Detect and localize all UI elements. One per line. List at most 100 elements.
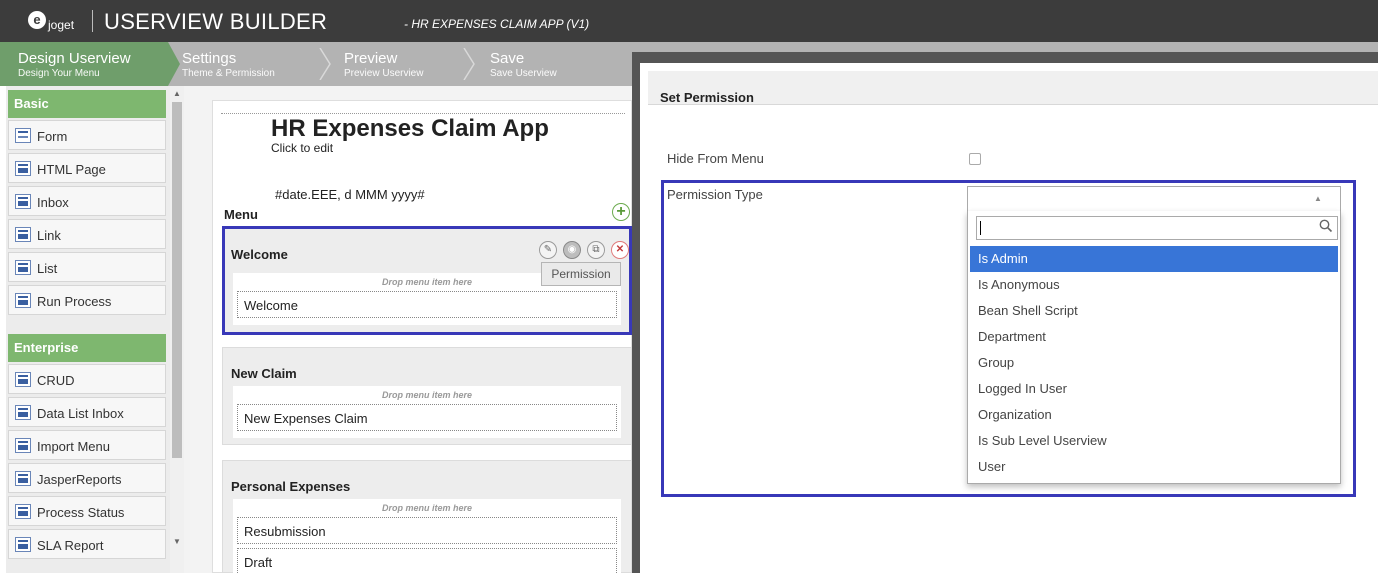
step-subtitle: Design Your Menu (18, 68, 100, 79)
option-is-sub-level-userview[interactable]: Is Sub Level Userview (970, 428, 1338, 454)
scroll-down-arrow-icon[interactable]: ▼ (171, 536, 183, 548)
palette-item-label: Data List Inbox (37, 406, 124, 421)
hide-from-menu-checkbox[interactable] (969, 153, 981, 165)
palette-item-label: Link (37, 228, 61, 243)
scroll-up-arrow-icon[interactable]: ▲ (171, 88, 183, 100)
palette-item-run-process[interactable]: Run Process (8, 285, 166, 315)
step-chevron-icon (463, 48, 475, 80)
palette-item-list[interactable]: List (8, 252, 166, 282)
hide-from-menu-label: Hide From Menu (667, 151, 764, 166)
step-settings[interactable]: Settings Theme & Permission (168, 42, 328, 86)
plugin-icon (15, 227, 31, 242)
palette-item-process-status[interactable]: Process Status (8, 496, 166, 526)
option-user[interactable]: User (970, 454, 1338, 480)
palette-item-label: SLA Report (37, 538, 104, 553)
palette-item-label: CRUD (37, 373, 75, 388)
app-subtitle: - HR EXPENSES CLAIM APP (V1) (404, 17, 590, 31)
option-group[interactable]: Group (970, 350, 1338, 376)
logo-text: joget (48, 18, 75, 32)
palette-item-sla-report[interactable]: SLA Report (8, 529, 166, 559)
option-bean-shell-script[interactable]: Bean Shell Script (970, 298, 1338, 324)
step-title: Settings (182, 50, 237, 67)
add-category-button[interactable]: + (612, 203, 630, 221)
header-divider (92, 10, 93, 32)
plugin-icon (15, 504, 31, 519)
palette-item-label: Inbox (37, 195, 69, 210)
plugin-icon (15, 260, 31, 275)
header-dotted-border (221, 113, 625, 114)
menu-category-personal-expenses[interactable]: Personal Expenses Drop menu item here Re… (222, 460, 632, 573)
step-title: Design Userview (18, 50, 131, 67)
step-save[interactable]: Save Save Userview (476, 42, 626, 86)
plugin-icon (15, 194, 31, 209)
plugin-icon (15, 537, 31, 552)
palette-item-inbox[interactable]: Inbox (8, 186, 166, 216)
page-title: USERVIEW BUILDER (104, 9, 328, 34)
menu-item[interactable]: Resubmission (237, 517, 617, 544)
palette-item-label: List (37, 261, 58, 276)
dropdown-search-input[interactable] (976, 216, 1338, 240)
palette-header-enterprise[interactable]: Enterprise (8, 334, 166, 362)
palette-item-html-page[interactable]: HTML Page (8, 153, 166, 183)
plugin-icon (15, 438, 31, 453)
palette-item-label: HTML Page (37, 162, 106, 177)
search-icon (1319, 219, 1333, 233)
plugin-icon (15, 372, 31, 387)
menu-item[interactable]: Draft (237, 548, 617, 573)
step-subtitle: Preview Userview (344, 68, 424, 79)
element-palette: Basic Form HTML Page Inbox Link List Run… (6, 86, 184, 573)
palette-item-link[interactable]: Link (8, 219, 166, 249)
option-logged-in-user[interactable]: Logged In User (970, 376, 1338, 402)
step-preview[interactable]: Preview Preview Userview (330, 42, 472, 86)
palette-item-jasperreports[interactable]: JasperReports (8, 463, 166, 493)
option-is-admin[interactable]: Is Admin (970, 246, 1338, 272)
step-title: Preview (344, 50, 398, 67)
drop-area: Drop menu item here Resubmission Draft (233, 499, 621, 573)
click-to-edit-hint: Click to edit (271, 141, 334, 155)
palette-item-data-list-inbox[interactable]: Data List Inbox (8, 397, 166, 427)
step-design-userview[interactable]: Design Userview Design Your Menu (0, 42, 180, 86)
palette-header-basic[interactable]: Basic (8, 90, 166, 118)
palette-item-label: Form (37, 129, 68, 144)
palette-item-crud[interactable]: CRUD (8, 364, 166, 394)
dialog-header (648, 71, 1378, 105)
permission-type-label: Permission Type (667, 187, 763, 202)
category-label: New Claim (231, 366, 297, 381)
plugin-icon (15, 161, 31, 176)
welcome-highlight-box (222, 226, 632, 335)
userview-title[interactable]: HR Expenses Claim App (271, 115, 549, 143)
form-icon (15, 128, 31, 143)
plugin-icon (15, 405, 31, 420)
userview-builder-window: e joget USERVIEW BUILDER - HR EXPENSES C… (0, 0, 1378, 573)
palette-item-label: JasperReports (37, 472, 122, 487)
joget-logo-icon: e (28, 11, 46, 29)
option-is-anonymous[interactable]: Is Anonymous (970, 272, 1338, 298)
option-organization[interactable]: Organization (970, 402, 1338, 428)
userview-date-format[interactable]: #date.EEE, d MMM yyyy# (275, 187, 425, 202)
top-header-bar: e joget USERVIEW BUILDER - HR EXPENSES C… (0, 0, 1378, 42)
step-title: Save (490, 50, 525, 67)
permission-type-select[interactable] (967, 186, 1341, 212)
menu-label: Menu (224, 207, 258, 222)
dialog-title: Set Permission (660, 90, 754, 105)
text-caret (980, 221, 981, 235)
palette-list: Basic Form HTML Page Inbox Link List Run… (6, 86, 166, 573)
menu-category-new-claim[interactable]: New Claim Drop menu item here New Expens… (222, 347, 632, 445)
step-subtitle: Save Userview (490, 68, 557, 79)
joget-logo: e joget (28, 8, 88, 34)
plugin-icon (15, 471, 31, 486)
palette-item-label: Import Menu (37, 439, 110, 454)
palette-item-import-menu[interactable]: Import Menu (8, 430, 166, 460)
step-subtitle: Theme & Permission (182, 68, 275, 79)
menu-item[interactable]: New Expenses Claim (237, 404, 617, 431)
drop-hint: Drop menu item here (381, 390, 473, 400)
category-label: Personal Expenses (231, 479, 351, 494)
dropdown-arrow-icon[interactable]: ▲ (1314, 194, 1322, 203)
palette-scrollbar-thumb[interactable] (172, 102, 182, 458)
palette-item-form[interactable]: Form (8, 120, 166, 150)
drop-area: Drop menu item here New Expenses Claim (233, 386, 621, 438)
plugin-icon (15, 293, 31, 308)
option-department[interactable]: Department (970, 324, 1338, 350)
palette-item-label: Run Process (37, 294, 112, 309)
palette-item-label: Process Status (37, 505, 125, 520)
